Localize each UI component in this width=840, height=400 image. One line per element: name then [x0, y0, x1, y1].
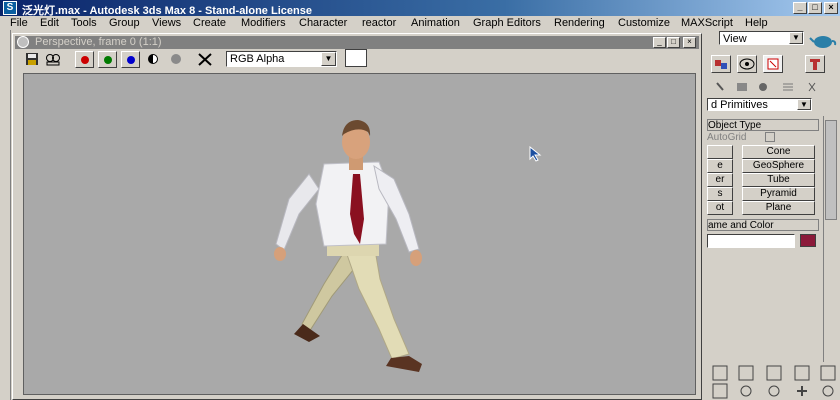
- floppy-disk-icon: [26, 53, 38, 65]
- panel-scrollbar-line: [823, 116, 824, 362]
- display-channel-select[interactable]: RGB Alpha ▼: [226, 51, 337, 67]
- menu-rendering[interactable]: Rendering: [554, 16, 605, 30]
- blue-channel-toggle[interactable]: [121, 51, 140, 68]
- create-tab[interactable]: [711, 55, 731, 73]
- name-color-rollout-header[interactable]: ame and Color: [707, 219, 819, 231]
- menu-views[interactable]: Views: [152, 16, 181, 30]
- menu-maxscript[interactable]: MAXScript: [681, 16, 733, 30]
- rendered-character: [274, 120, 422, 372]
- rendered-frame-window: Perspective, frame 0 (1:1) _ □ × RGB Alp…: [12, 33, 702, 400]
- view-select-value: View: [723, 33, 747, 45]
- monochrome-toggle[interactable]: [167, 51, 186, 68]
- rendered-image-viewport[interactable]: [23, 73, 696, 395]
- primitive-button-left-3[interactable]: er: [707, 173, 733, 187]
- app-icon: S: [3, 1, 17, 15]
- clear-x-icon: [198, 53, 212, 66]
- display-channel-value: RGB Alpha: [230, 53, 285, 65]
- alpha-channel-toggle[interactable]: [144, 51, 163, 68]
- menu-help[interactable]: Help: [745, 16, 768, 30]
- view-select[interactable]: View ▼: [719, 31, 804, 45]
- green-dot-icon: [104, 56, 112, 64]
- menu-animation[interactable]: Animation: [411, 16, 460, 30]
- object-type-header-label: Object Type: [708, 120, 762, 131]
- frame-close-button[interactable]: ×: [683, 37, 696, 48]
- primitive-button-left-4[interactable]: s: [707, 187, 733, 201]
- clone-icon: [46, 54, 60, 66]
- chevron-down-icon[interactable]: ▼: [789, 32, 803, 44]
- pyramid-button[interactable]: Pyramid: [742, 187, 815, 201]
- save-bitmap-button[interactable]: [23, 51, 42, 68]
- frame-minimize-button[interactable]: _: [653, 37, 666, 48]
- object-category-icons[interactable]: [711, 80, 836, 94]
- create-icon: [715, 60, 727, 69]
- autogrid-checkbox[interactable]: [765, 132, 775, 142]
- name-color-header-label: ame and Color: [708, 220, 774, 231]
- hierarchy-icon: [767, 58, 779, 70]
- tube-button[interactable]: Tube: [742, 173, 815, 187]
- utilities-tab[interactable]: [805, 55, 825, 73]
- green-channel-toggle[interactable]: [98, 51, 117, 68]
- app-title-bar: S 泛光灯.max - Autodesk 3ds Max 8 - Stand-a…: [0, 0, 840, 17]
- menu-group[interactable]: Group: [109, 16, 140, 30]
- primitive-button-left-2[interactable]: e: [707, 159, 733, 173]
- autogrid-label: AutoGrid: [707, 132, 747, 143]
- panel-scroll-thumb[interactable]: [825, 120, 837, 220]
- modify-tab[interactable]: [737, 55, 757, 73]
- gray-dot-icon: [171, 54, 181, 64]
- object-type-rollout-header[interactable]: Object Type: [707, 119, 819, 131]
- menu-modifiers[interactable]: Modifiers: [241, 16, 286, 30]
- category-select[interactable]: d Primitives ▼: [707, 98, 812, 111]
- red-dot-icon: [81, 56, 89, 64]
- menu-tools[interactable]: Tools: [71, 16, 97, 30]
- left-viewport-strip: [0, 30, 11, 400]
- menu-reactor[interactable]: reactor: [362, 16, 396, 30]
- object-name-input[interactable]: [707, 234, 795, 248]
- hierarchy-tab[interactable]: [763, 55, 783, 73]
- command-panel: View ▼ d Primitives ▼ Object Type AutoGr…: [707, 30, 840, 400]
- plane-button[interactable]: Plane: [742, 201, 815, 215]
- menu-graph-editors[interactable]: Graph Editors: [473, 16, 541, 30]
- geosphere-button[interactable]: GeoSphere: [742, 159, 815, 173]
- maximize-button[interactable]: □: [808, 2, 822, 14]
- chevron-down-icon[interactable]: ▼: [321, 52, 336, 66]
- rendered-frame-titlebar[interactable]: Perspective, frame 0 (1:1) _ □ ×: [15, 36, 699, 49]
- blue-dot-icon: [127, 56, 135, 64]
- modify-icon: [739, 58, 755, 70]
- mouse-cursor-icon: [529, 146, 542, 162]
- close-button[interactable]: ×: [824, 2, 838, 14]
- rendered-frame-title: Perspective, frame 0 (1:1): [35, 36, 162, 48]
- frame-window-icon: [17, 36, 29, 48]
- minimize-button[interactable]: _: [793, 2, 807, 14]
- menu-bar: File Edit Tools Group Views Create Modif…: [0, 16, 840, 30]
- menu-file[interactable]: File: [10, 16, 28, 30]
- clone-frame-button[interactable]: [44, 51, 63, 68]
- clear-frame-button[interactable]: [196, 51, 215, 68]
- menu-customize[interactable]: Customize: [618, 16, 670, 30]
- primitive-button-left-1[interactable]: [707, 145, 733, 159]
- half-circle-icon: [148, 54, 158, 64]
- menu-character[interactable]: Character: [299, 16, 347, 30]
- chevron-down-icon[interactable]: ▼: [797, 99, 811, 110]
- menu-edit[interactable]: Edit: [40, 16, 59, 30]
- cone-button[interactable]: Cone: [742, 145, 815, 159]
- viewport-navigation-controls[interactable]: [709, 364, 839, 400]
- object-color-swatch[interactable]: [800, 234, 816, 247]
- pixel-color-swatch[interactable]: [345, 49, 367, 67]
- primitive-button-left-5[interactable]: ot: [707, 201, 733, 215]
- category-select-value: d Primitives: [711, 99, 768, 111]
- hammer-icon: [810, 59, 820, 70]
- frame-maximize-button[interactable]: □: [667, 37, 680, 48]
- teapot-render-icon[interactable]: [809, 32, 837, 50]
- menu-create[interactable]: Create: [193, 16, 226, 30]
- red-channel-toggle[interactable]: [75, 51, 94, 68]
